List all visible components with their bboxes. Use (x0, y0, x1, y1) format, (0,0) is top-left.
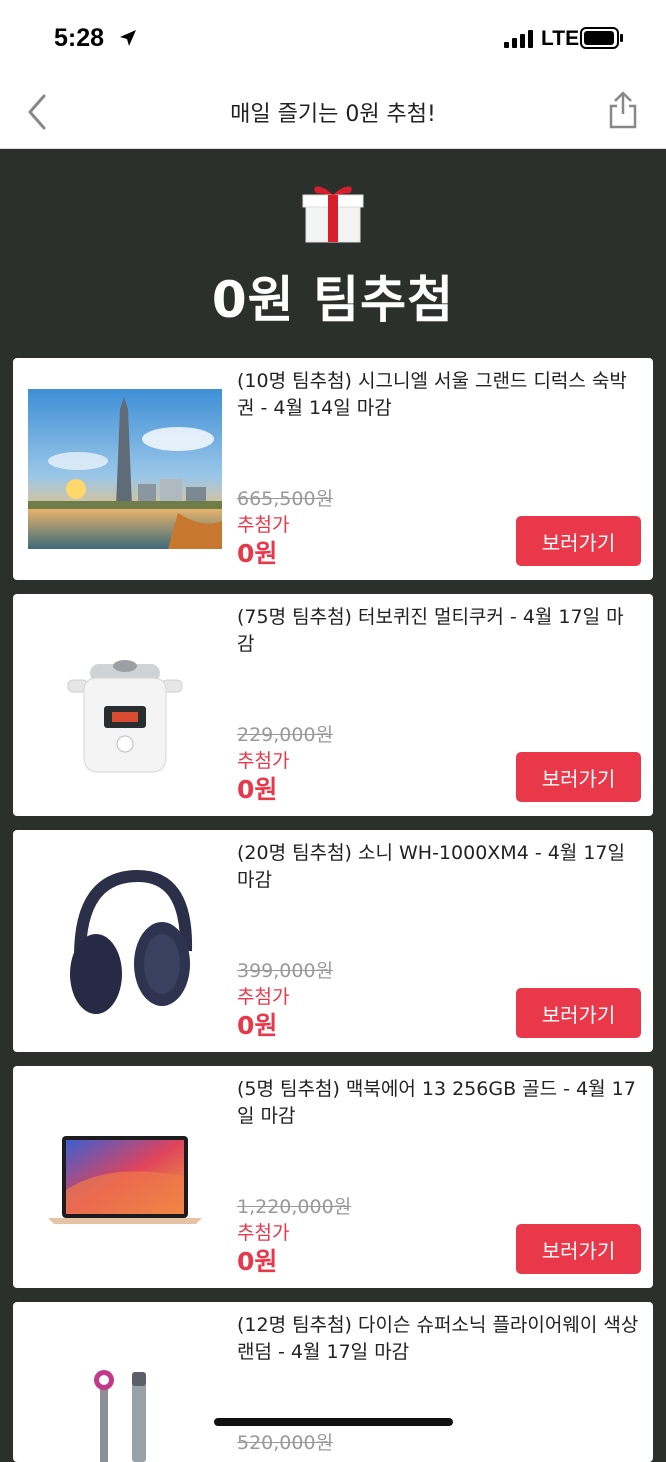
product-image-laptop (28, 1092, 222, 1262)
page-title: 매일 즐기는 0원 추첨! (230, 102, 436, 127)
share-icon[interactable] (606, 90, 640, 134)
navigation-bar: 매일 즐기는 0원 추첨! (0, 76, 666, 149)
product-image-headphones (28, 856, 222, 1026)
product-title: (5명 팀추첨) 맥북에어 13 256GB 골드 - 4월 17일 마감 (237, 1078, 636, 1127)
network-type: LTE (541, 27, 580, 50)
product-image-hairdryer (28, 1362, 222, 1462)
product-card[interactable]: (10명 팀추첨) 시그니엘 서울 그랜드 디럭스 숙박권 - 4월 14일 마… (13, 358, 653, 580)
product-title: (75명 팀추첨) 터보퀴진 멀티쿠커 - 4월 17일 마감 (237, 606, 624, 655)
home-indicator (214, 1418, 453, 1426)
location-arrow-icon (118, 28, 138, 52)
draw-price-label: 추첨가 (237, 514, 290, 536)
original-price: 665,500원 (237, 488, 334, 510)
draw-price-label: 추첨가 (237, 986, 290, 1008)
draw-price: 0원 (237, 539, 278, 568)
view-button[interactable]: 보러가기 (516, 1224, 641, 1274)
signal-bars-icon (504, 30, 536, 52)
view-button[interactable]: 보러가기 (516, 988, 641, 1038)
view-button[interactable]: 보러가기 (516, 516, 641, 566)
view-button[interactable]: 보러가기 (516, 752, 641, 802)
original-price: 1,220,000원 (237, 1196, 352, 1218)
original-price: 520,000원 (237, 1432, 334, 1454)
draw-price: 0원 (237, 775, 278, 804)
hero-title: 0원 팀추첨 (211, 271, 455, 329)
product-title: (20명 팀추첨) 소니 WH-1000XM4 - 4월 17일 마감 (237, 842, 625, 891)
product-image-hotel (28, 384, 222, 554)
product-card[interactable]: (75명 팀추첨) 터보퀴진 멀티쿠커 - 4월 17일 마감 229,000원… (13, 594, 653, 816)
product-card[interactable]: (20명 팀추첨) 소니 WH-1000XM4 - 4월 17일 마감 399,… (13, 830, 653, 1052)
original-price: 229,000원 (237, 724, 334, 746)
status-bar: 5:28 LTE (0, 0, 666, 76)
status-time: 5:28 (54, 24, 105, 52)
hero-banner: 0원 팀추첨 (0, 148, 666, 358)
product-card[interactable]: (5명 팀추첨) 맥북에어 13 256GB 골드 - 4월 17일 마감 1,… (13, 1066, 653, 1288)
draw-price-label: 추첨가 (237, 750, 290, 772)
product-title: (10명 팀추첨) 시그니엘 서울 그랜드 디럭스 숙박권 - 4월 14일 마… (237, 370, 627, 419)
battery-icon (580, 27, 624, 53)
product-image-multicooker (28, 620, 222, 790)
draw-price-label: 추첨가 (237, 1222, 290, 1244)
draw-price: 0원 (237, 1247, 278, 1276)
original-price: 399,000원 (237, 960, 334, 982)
gift-box-icon (300, 178, 366, 248)
product-card[interactable]: (12명 팀추첨) 다이슨 슈퍼소닉 플라이어웨이 색상 랜덤 - 4월 17일… (13, 1302, 653, 1462)
draw-price: 0원 (237, 1011, 278, 1040)
product-title: (12명 팀추첨) 다이슨 슈퍼소닉 플라이어웨이 색상 랜덤 - 4월 17일… (237, 1314, 639, 1363)
